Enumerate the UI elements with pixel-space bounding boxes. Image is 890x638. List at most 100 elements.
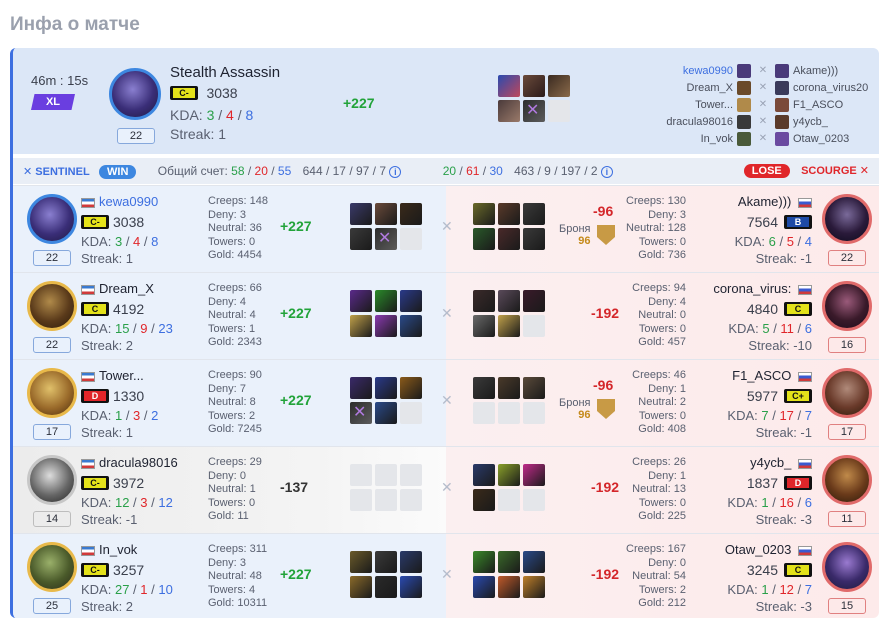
opponent-name[interactable]: F1_ASCO [732, 368, 812, 383]
sentinel-extra-stats: 644 / 17 / 97 / 7 [302, 164, 387, 178]
player-kda: KDA: 27 / 1 / 10 [81, 582, 173, 597]
player-avatar[interactable] [27, 542, 77, 592]
hero-name: Stealth Assassin [170, 64, 281, 81]
rank-badge: D [81, 388, 109, 403]
item-icon [548, 75, 570, 97]
player-items [350, 464, 422, 511]
opponent-avatar[interactable] [822, 455, 872, 505]
hero-avatar[interactable] [109, 68, 161, 120]
player-kda: KDA: 3 / 4 / 8 [81, 234, 159, 249]
opponent-mmr: 4840 [746, 300, 778, 317]
opponent-items [473, 464, 545, 511]
player-row: 14 dracula98016 C- 3972 KDA: 12 / 3 / 12 Stre… [13, 446, 879, 533]
player-mmr: 3257 [113, 561, 145, 578]
rank-badge: C [784, 301, 812, 316]
item-icon [350, 377, 372, 399]
item-icon [473, 551, 495, 573]
player-name[interactable]: In_vok [81, 542, 137, 557]
player-avatar[interactable] [27, 194, 77, 244]
opponent-avatar[interactable] [822, 194, 872, 244]
player-name[interactable]: Dream_X [81, 281, 154, 296]
item-icon [375, 203, 397, 225]
opponent-name[interactable]: Akame))) [738, 194, 812, 209]
rank-badge: C- [81, 475, 109, 490]
item-icon [473, 203, 495, 225]
opponent-stats: Creeps: 167 Deny: 0 Neutral: 54 Towers: 2 Go… [626, 543, 686, 609]
match-card: 46m : 15s XL 22 Stealth Assassin C- 3038… [10, 48, 879, 618]
opponent-stats: Creeps: 26 Deny: 1 Neutral: 13 Towers: 0 Gol… [632, 456, 686, 522]
opponent-mmr-delta: -192 [591, 305, 620, 321]
item-icon [498, 551, 520, 573]
empty-item-slot [523, 402, 545, 424]
opponent-items [473, 551, 545, 598]
opponent-stats: Creeps: 46 Deny: 1 Neutral: 2 Towers: 0 Gold… [632, 369, 686, 435]
info-icon[interactable]: i [389, 166, 402, 178]
opponent-mmr: 7564 [746, 213, 778, 230]
item-icon [473, 377, 495, 399]
player-mmr: 3038 [113, 213, 145, 230]
total-score-label: Общий счет: [157, 164, 228, 178]
item-icon [498, 203, 520, 225]
empty-item-slot [350, 489, 372, 511]
opponent-mmr-delta: -192 [591, 566, 620, 582]
rank-badge: C+ [784, 388, 812, 403]
opponent-avatar[interactable] [822, 281, 872, 331]
opponent-level: 22 [828, 250, 866, 266]
empty-item-slot [548, 100, 570, 122]
opponent-name[interactable]: corona_virus: [713, 281, 812, 296]
player-name[interactable]: Tower... [81, 368, 144, 383]
player-items [350, 377, 422, 424]
mmr-delta: -137 [280, 479, 309, 495]
page-title: Инфа о матче [10, 14, 140, 35]
empty-item-slot [498, 489, 520, 511]
opponent-streak: Streak: -1 [755, 425, 812, 440]
win-badge: WIN [99, 165, 137, 179]
item-icon [473, 489, 495, 511]
rank-badge: C- [170, 85, 198, 100]
item-icon [498, 377, 520, 399]
player-level: 17 [33, 424, 71, 440]
opponent-avatar[interactable] [822, 542, 872, 592]
opponent-streak: Streak: -3 [755, 512, 812, 527]
opponent-level: 11 [828, 511, 866, 527]
item-icon [400, 315, 422, 337]
player-name[interactable]: kewa0990 [81, 194, 158, 209]
team-score-bar: ✕ SENTINEL WIN Общий счет: 58 / 20 / 55 … [13, 158, 879, 184]
hero-level: 22 [117, 128, 155, 144]
player-name[interactable]: dracula98016 [81, 455, 178, 470]
player-level: 22 [33, 337, 71, 353]
player-avatar[interactable] [27, 281, 77, 331]
vs-swords-icon: ✕ [441, 566, 453, 582]
opponent-avatar[interactable] [822, 368, 872, 418]
player-row: 25 In_vok C- 3257 KDA: 27 / 1 / 10 Streak: 2 C… [13, 533, 879, 618]
item-icon [400, 377, 422, 399]
item-icon [375, 290, 397, 312]
rank-badge: C [784, 562, 812, 577]
player-avatar[interactable] [27, 368, 77, 418]
opponent-name[interactable]: Otaw_0203 [725, 542, 812, 557]
item-icon [523, 576, 545, 598]
hero-streak: Streak: 1 [170, 126, 227, 142]
item-icon [375, 228, 397, 250]
item-icon [523, 75, 545, 97]
item-icon [498, 315, 520, 337]
opponent-name[interactable]: y4ycb_ [750, 455, 812, 470]
item-icon [350, 551, 372, 573]
empty-item-slot [400, 489, 422, 511]
scourge-extra-stats: 463 / 9 / 197 / 2 [514, 164, 598, 178]
player-items [350, 551, 422, 598]
empty-item-slot [523, 489, 545, 511]
info-icon[interactable]: i [600, 166, 613, 178]
opponent-level: 16 [828, 337, 866, 353]
opponent-kda: KDA: 6 / 5 / 4 [734, 234, 812, 249]
lose-badge: LOSE [743, 164, 790, 178]
hero-mmr-delta: +227 [343, 95, 375, 111]
item-icon [350, 203, 372, 225]
player-level: 14 [33, 511, 71, 527]
player-stats: Creeps: 90 Deny: 7 Neutral: 8 Towers: 2 Gold… [208, 369, 262, 435]
empty-item-slot [400, 228, 422, 250]
item-icon [375, 377, 397, 399]
scourge-label: SCOURGE ✕ [801, 165, 869, 177]
mmr-delta: +227 [280, 392, 312, 408]
player-avatar[interactable] [27, 455, 77, 505]
